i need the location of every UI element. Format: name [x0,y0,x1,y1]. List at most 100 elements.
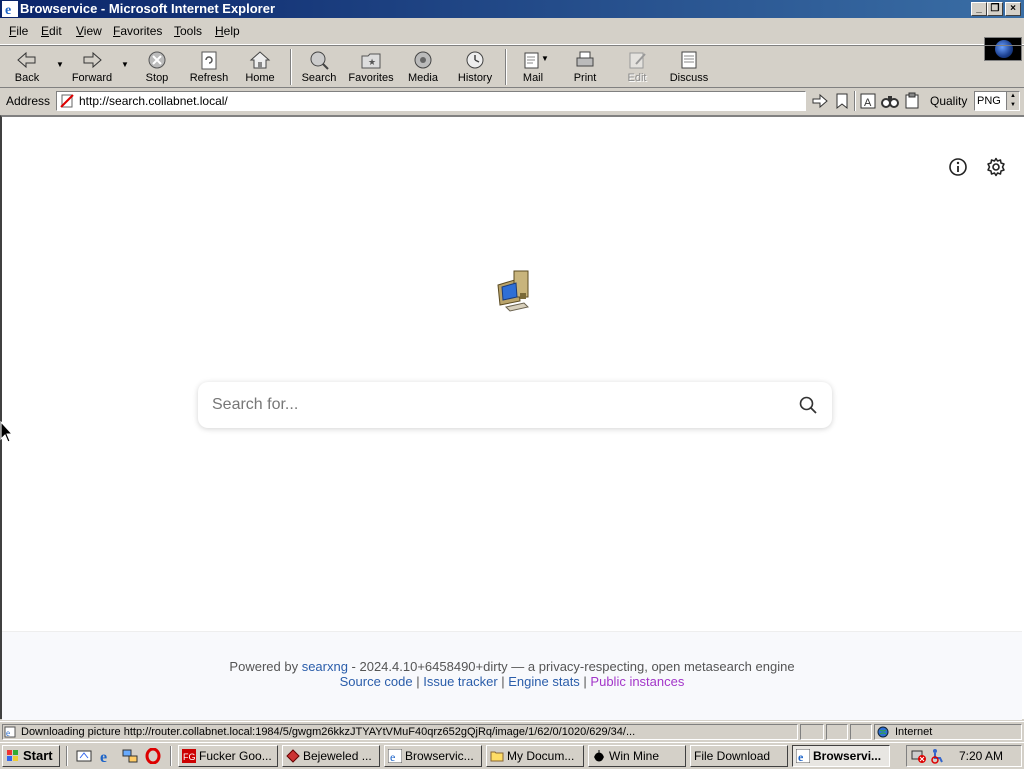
zone-pane: Internet [874,724,1022,740]
svg-text:e: e [390,750,395,763]
forward-button[interactable]: Forward [66,48,118,86]
mail-button[interactable]: Mail [507,48,559,86]
forward-dropdown-icon[interactable]: ▼ [121,60,129,69]
restore-button[interactable]: ❐ [987,2,1003,16]
task-label: Browservic... [405,749,474,763]
mail-dropdown-icon[interactable]: ▼ [541,54,549,63]
taskbar-task[interactable]: My Docum... [486,745,584,767]
history-button[interactable]: History [449,48,501,86]
back-dropdown-icon[interactable]: ▼ [56,60,64,69]
address-url[interactable]: http://search.collabnet.local/ [79,94,228,108]
refresh-icon [201,51,217,70]
network-status-icon[interactable] [911,748,927,764]
searxng-link[interactable]: searxng [302,659,348,674]
menu-file[interactable]: File [9,24,28,38]
status-bar: e Downloading picture http://router.coll… [0,721,1024,742]
search-button[interactable]: Search [293,48,345,86]
home-button[interactable]: Home [234,48,286,86]
menu-edit[interactable]: Edit [41,24,62,38]
page-footer: Powered by searxng - 2024.4.10+6458490+d… [2,631,1022,720]
task-label: File Download [694,749,771,763]
task-label: Fucker Goo... [199,749,272,763]
title-bar[interactable]: e Browservice - Microsoft Internet Explo… [0,0,1024,18]
source-code-link[interactable]: Source code [340,674,413,689]
taskbar-task[interactable]: Win Mine [588,745,686,767]
status-text: Downloading picture http://router.collab… [21,726,636,738]
find-page-icon[interactable]: A [859,92,877,110]
minimize-button[interactable]: _ [971,2,987,16]
bookmark-icon[interactable] [833,92,851,110]
settings-gear-icon[interactable] [986,157,1006,177]
quality-value: PNG [977,95,1001,107]
show-desktop-icon[interactable] [76,748,92,764]
refresh-button[interactable]: Refresh [183,48,235,86]
taskbar-task[interactable]: e Browservic... [384,745,482,767]
clock[interactable]: 7:20 AM [959,749,1003,763]
taskbar-separator [66,746,68,766]
footer-powered-line: Powered by searxng - 2024.4.10+6458490+d… [2,659,1022,674]
svg-text:e: e [100,749,107,764]
quality-label: Quality [930,94,968,108]
stop-label: Stop [145,72,169,84]
forward-arrow-icon [83,51,102,69]
edit-button[interactable]: Edit [611,48,663,86]
stop-button[interactable]: Stop [131,48,183,86]
go-arrow-icon[interactable] [811,92,829,110]
print-button[interactable]: Print [559,48,611,86]
search-box [198,382,832,428]
ie-icon: e [2,1,18,17]
start-button[interactable]: Start [2,745,60,767]
menu-view[interactable]: View [76,24,102,38]
binoculars-icon[interactable] [881,92,899,110]
favorites-button[interactable]: ★ Favorites [345,48,397,86]
close-button[interactable]: × [1005,2,1021,16]
start-label: Start [23,748,53,763]
edit-page-icon [629,52,646,69]
taskbar-task[interactable]: Bejeweled ... [282,745,380,767]
footer-links-line: Source code | Issue tracker | Engine sta… [2,674,1022,689]
svg-text:★: ★ [368,57,376,67]
back-label: Back [14,72,40,84]
taskbar-task-active[interactable]: e Browservi... [792,745,890,767]
discuss-button[interactable]: Discuss [663,48,715,86]
toolbar-separator [290,49,292,85]
engine-stats-link[interactable]: Engine stats [508,674,580,689]
taskbar-task[interactable]: FG Fucker Goo... [178,745,278,767]
address-field[interactable]: http://search.collabnet.local/ [56,91,806,111]
footer-separator: | [579,674,591,689]
opera-icon[interactable] [145,748,161,764]
back-arrow-icon [17,51,36,69]
mail-label: Mail [522,72,544,84]
menu-favorites[interactable]: Favorites [113,24,162,38]
public-instances-link[interactable]: Public instances [590,674,684,689]
media-button[interactable]: Media [397,48,449,86]
quality-select[interactable]: PNG ▲ ▼ [974,91,1020,111]
quality-spinner[interactable]: ▲ ▼ [1006,92,1019,110]
svg-text:FG: FG [183,752,196,762]
menu-tools[interactable]: Tools [174,24,202,38]
task-label: Bejeweled ... [303,749,372,763]
back-button[interactable]: Back [1,48,53,86]
internet-explorer-icon[interactable]: e [99,748,115,764]
internet-globe-icon [877,726,889,738]
search-icon[interactable] [798,395,818,415]
issue-tracker-link[interactable]: Issue tracker [423,674,497,689]
footer-separator: | [497,674,509,689]
computer-logo-icon [497,270,529,312]
media-label: Media [408,72,438,84]
network-icon[interactable] [122,748,138,764]
svg-text:e: e [798,750,804,763]
media-icon [414,51,432,69]
accessibility-icon[interactable] [929,748,945,764]
menu-help[interactable]: Help [215,24,240,38]
svg-text:A: A [864,97,872,109]
favorites-label: Favorites [348,72,394,84]
search-input[interactable] [212,382,772,428]
taskbar-task[interactable]: File Download [690,745,788,767]
task-label: Win Mine [609,749,660,763]
clipboard-icon[interactable] [903,92,921,110]
app-icon: FG [182,749,196,763]
taskbar-separator [170,746,172,766]
mouse-cursor-icon [0,421,14,443]
info-icon[interactable] [948,157,968,177]
